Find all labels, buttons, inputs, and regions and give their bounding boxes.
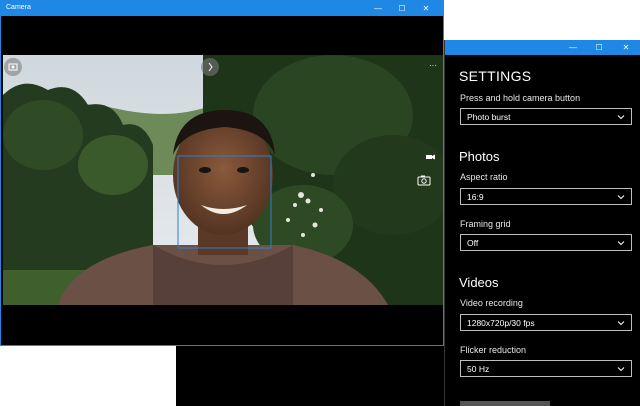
chevron-down-icon <box>617 321 625 326</box>
video-recording-dropdown[interactable]: 1280x720p/30 fps <box>460 314 632 331</box>
camera-window: Camera — ☐ ✕ ··· <box>0 0 444 346</box>
close-button[interactable]: ✕ <box>415 1 437 16</box>
chevron-down-icon <box>617 367 625 372</box>
video-mode-icon <box>426 154 435 160</box>
settings-close-button[interactable]: ✕ <box>615 40 637 55</box>
photos-heading: Photos <box>459 149 500 164</box>
framing-grid-label: Framing grid <box>460 219 511 229</box>
framing-grid-dropdown[interactable]: Off <box>460 234 632 251</box>
settings-titlebar[interactable]: — ☐ ✕ <box>445 40 640 55</box>
camera-viewfinder[interactable] <box>3 55 443 305</box>
photo-timer-icon <box>208 62 213 72</box>
aspect-ratio-value: 16:9 <box>467 192 484 202</box>
camera-titlebar[interactable]: Camera — ☐ ✕ <box>1 1 443 16</box>
settings-heading: SETTINGS <box>459 68 532 84</box>
take-photo-button[interactable] <box>417 173 431 187</box>
more-options-button[interactable]: ··· <box>429 61 437 70</box>
video-recording-label: Video recording <box>460 298 523 308</box>
camera-roll-button[interactable] <box>4 58 22 76</box>
photo-timer-button[interactable] <box>201 58 219 76</box>
videos-heading: Videos <box>459 275 499 290</box>
background-window-area <box>176 346 444 406</box>
camera-icon <box>417 175 431 186</box>
chevron-down-icon <box>617 241 625 246</box>
camera-window-title: Camera <box>6 4 31 11</box>
maximize-button[interactable]: ☐ <box>391 1 413 16</box>
clipped-next-setting <box>460 401 550 406</box>
flicker-reduction-label: Flicker reduction <box>460 345 527 355</box>
video-recording-value: 1280x720p/30 fps <box>467 318 535 328</box>
chevron-down-icon <box>617 195 625 200</box>
flicker-reduction-value: 50 Hz <box>467 364 490 374</box>
press-hold-label: Press and hold camera button <box>460 93 581 103</box>
aspect-ratio-dropdown[interactable]: 16:9 <box>460 188 632 205</box>
minimize-button[interactable]: — <box>367 1 389 16</box>
video-mode-button[interactable] <box>425 149 437 160</box>
settings-minimize-button[interactable]: — <box>562 40 584 55</box>
viewfinder-image <box>3 55 443 305</box>
flicker-reduction-dropdown[interactable]: 50 Hz <box>460 360 632 377</box>
framing-grid-value: Off <box>467 238 479 248</box>
aspect-ratio-label: Aspect ratio <box>460 172 508 182</box>
press-hold-dropdown[interactable]: Photo burst <box>460 108 632 125</box>
press-hold-value: Photo burst <box>467 112 511 122</box>
window-edge-line <box>176 345 444 346</box>
settings-window: — ☐ ✕ SETTINGS Press and hold camera but… <box>444 40 640 406</box>
chevron-down-icon <box>617 115 625 120</box>
camera-roll-icon <box>8 63 18 71</box>
settings-maximize-button[interactable]: ☐ <box>588 40 610 55</box>
